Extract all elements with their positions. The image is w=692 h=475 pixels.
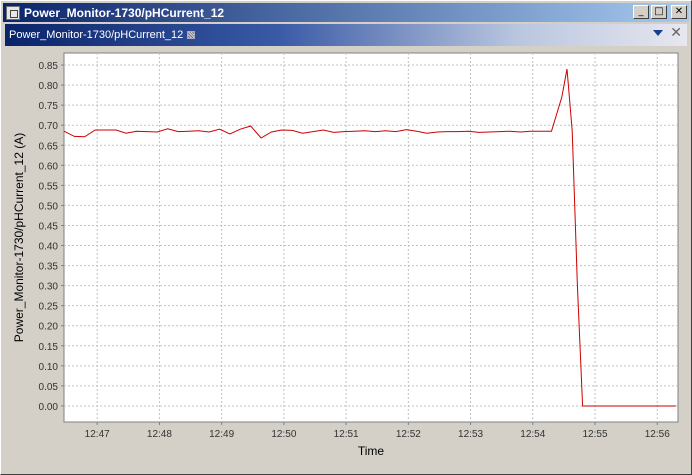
maximize-button[interactable]: □ <box>651 5 667 19</box>
triangle-down-icon[interactable] <box>653 30 663 36</box>
y-axis: 0.00 0.05 0.10 0.15 0.20 0.25 0.30 0.35 0.40 0.45… <box>39 61 64 413</box>
x-tick-label: 12:49 <box>209 429 234 440</box>
app-window-icon[interactable] <box>6 5 20 20</box>
y-tick-label: 0.05 <box>39 382 59 393</box>
detach-icon[interactable] <box>187 31 196 39</box>
y-tick-label: 0.25 <box>39 302 59 313</box>
x-tick-label: 12:53 <box>458 429 483 440</box>
chart-panel: 0.00 0.05 0.10 0.15 0.20 0.25 0.30 0.35 0.40 0.45… <box>6 47 686 471</box>
x-axis-label: Time <box>358 444 385 458</box>
inner-frame-title-bar[interactable]: Power_Monitor-1730/pHCurrent_12 ✕ <box>5 24 687 46</box>
y-tick-label: 0.15 <box>39 342 59 353</box>
x-tick-label: 12:47 <box>85 429 110 440</box>
app-window: Power_Monitor-1730/pHCurrent_12 _ □ ✕ Po… <box>0 0 692 475</box>
x-tick-label: 12:56 <box>645 429 670 440</box>
x-tick-label: 12:55 <box>583 429 608 440</box>
x-tick-label: 12:54 <box>520 429 545 440</box>
y-tick-label: 0.45 <box>39 221 59 232</box>
y-tick-label: 0.85 <box>39 61 59 72</box>
plot-area[interactable] <box>63 52 679 423</box>
y-tick-label: 0.50 <box>39 201 59 212</box>
x-tick-label: 12:51 <box>334 429 359 440</box>
x-tick-label: 12:52 <box>396 429 421 440</box>
x-axis: 12:47 12:48 12:49 12:50 12:51 12:52 12:53 12:54… <box>85 422 670 440</box>
y-tick-label: 0.10 <box>39 362 59 373</box>
y-tick-label: 0.35 <box>39 262 59 273</box>
close-icon[interactable]: ✕ <box>670 25 682 41</box>
inner-frame-title: Power_Monitor-1730/pHCurrent_12 <box>9 29 184 41</box>
y-tick-label: 0.65 <box>39 141 59 152</box>
line-chart[interactable]: 0.00 0.05 0.10 0.15 0.20 0.25 0.30 0.35 0.40 0.45… <box>6 47 686 471</box>
y-tick-label: 0.00 <box>39 402 59 413</box>
y-axis-label: Power_Monitor-1730/pHCurrent_12 (A) <box>12 133 26 342</box>
close-button[interactable]: ✕ <box>671 5 687 19</box>
y-tick-label: 0.55 <box>39 181 59 192</box>
y-tick-label: 0.70 <box>39 121 59 132</box>
x-tick-label: 12:50 <box>271 429 296 440</box>
y-tick-label: 0.80 <box>39 81 59 92</box>
y-tick-label: 0.75 <box>39 101 59 112</box>
y-tick-label: 0.30 <box>39 282 59 293</box>
x-tick-label: 12:48 <box>147 429 172 440</box>
minimize-button[interactable]: _ <box>633 5 649 19</box>
y-tick-label: 0.20 <box>39 322 59 333</box>
window-title-bar[interactable]: Power_Monitor-1730/pHCurrent_12 _ □ ✕ <box>3 3 689 22</box>
y-tick-label: 0.60 <box>39 161 59 172</box>
y-tick-label: 0.40 <box>39 242 59 253</box>
window-title: Power_Monitor-1730/pHCurrent_12 <box>24 5 225 20</box>
window-controls: _ □ ✕ <box>633 5 687 19</box>
